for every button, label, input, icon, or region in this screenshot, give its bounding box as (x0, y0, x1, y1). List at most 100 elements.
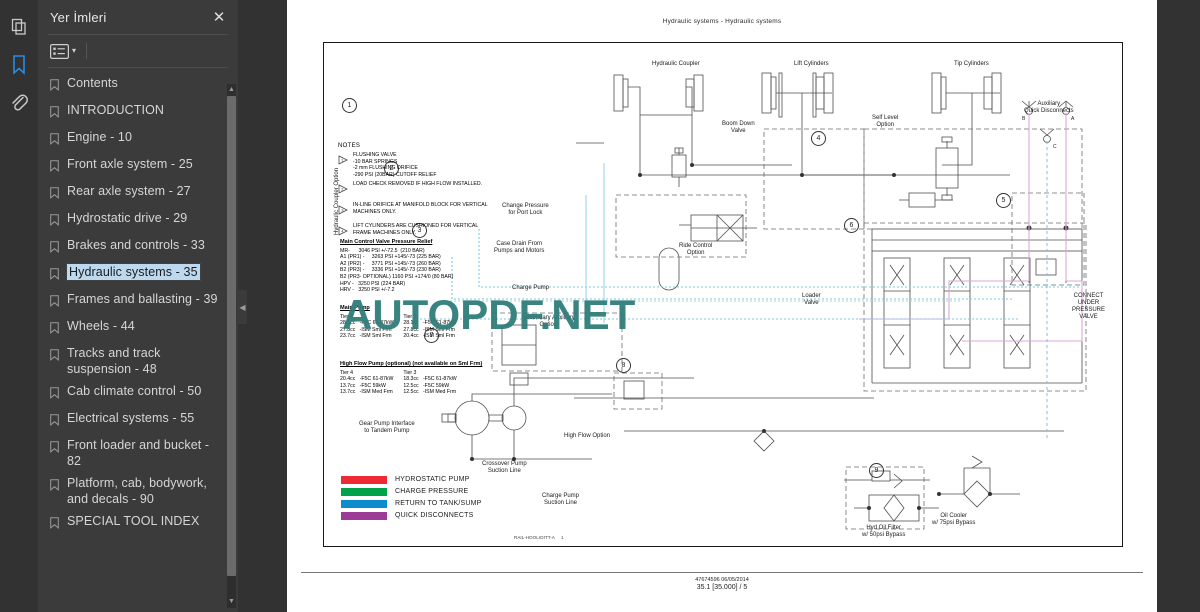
callout-bubble: 4 (811, 131, 826, 146)
bookmark-item[interactable]: Cab climate control - 50 (38, 380, 238, 407)
bookmarks-icon[interactable] (0, 46, 38, 84)
bookmark-item[interactable]: Front loader and bucket - 82 (38, 434, 238, 472)
legend-row: HYDROSTATIC PUMP (341, 475, 482, 484)
panel-title: Yer İmleri (50, 9, 107, 25)
note-text: LOAD CHECK REMOVED IF HIGH FLOW INSTALLE… (353, 181, 483, 188)
bookmark-item[interactable]: Frames and ballasting - 39 (38, 288, 238, 315)
main-pump-row: 20.4cc -ISM Sml Frm (403, 333, 455, 340)
bookmark-label: Brakes and controls - 33 (67, 238, 205, 252)
bookmark-label: Tracks and track suspension - 48 (67, 346, 161, 376)
relief-table-rows: MR- 3046 PSI +/-72.5 (210 BAR) A1 (PR1) -… (340, 248, 453, 294)
bookmark-icon (50, 78, 61, 96)
bookmark-label: Front loader and bucket - 82 (67, 438, 210, 468)
notes-block: NOTES 1 FLUSHING VALVE -10 BAR SPRINGS -2… (338, 143, 488, 241)
main-pump-col2: 28.1cc -F5C 61-87kW 27.8cc -ISM Sml Frm 20… (403, 320, 456, 340)
bookmark-icon (50, 132, 61, 150)
main-pump-row: 23.7cc -ISM Sml Frm (340, 333, 392, 340)
bookmark-item[interactable]: Electrical systems - 55 (38, 407, 238, 434)
note-entry: 1 FLUSHING VALVE -10 BAR SPRINGS -2 mm FL… (338, 152, 488, 178)
bookmark-list[interactable]: Contents INTRODUCTION Engine - 10 Front axl… (38, 68, 238, 612)
bookmark-item[interactable]: Tracks and track suspension - 48 (38, 342, 238, 380)
footer-page-number: 35.1 [35.000] / 5 (696, 584, 748, 591)
list-options-icon (50, 43, 69, 59)
bookmark-icon (50, 440, 61, 458)
component-label: Hyd Oil Filter w/ 50psi Bypass (862, 525, 906, 538)
pdf-reader-window: Yer İmleri ✕ ▾ Contents INTRODUCTION Engin… (0, 0, 1200, 612)
high-flow-row: 12.5cc -ISM Med Frm (403, 389, 457, 396)
component-label: High Flow Option (564, 433, 611, 439)
bookmarks-panel: Yer İmleri ✕ ▾ Contents INTRODUCTION Engin… (38, 0, 238, 612)
bookmark-item[interactable]: Engine - 10 (38, 126, 238, 153)
port-label-c: C (1053, 144, 1057, 150)
main-pump-row: 28.1cc -F5C 61-87kW (403, 320, 457, 327)
bookmark-item[interactable]: Wheels - 44 (38, 315, 238, 342)
bookmark-icon (50, 478, 61, 496)
bookmark-item[interactable]: Hydrostatic drive - 29 (38, 207, 238, 234)
bookmark-icon (50, 294, 61, 312)
legend-swatch (341, 511, 387, 520)
bookmark-icon (50, 516, 61, 534)
bookmark-item[interactable]: Contents (38, 72, 238, 99)
bookmark-item[interactable]: Platform, cab, bodywork, and decals - 90 (38, 472, 238, 510)
toolbar-divider (86, 43, 88, 59)
component-label: Loader Valve (802, 293, 821, 306)
main-pump-title: Main Pump (340, 305, 370, 311)
bookmarks-toolbar: ▾ (38, 35, 238, 67)
bookmark-icon (50, 240, 61, 258)
navigation-pane-rail (0, 0, 38, 612)
relief-row: B2 (PR3) - 3336 PSI +145/-73 (230 BAR) (340, 267, 441, 274)
main-pump-col2-header: Tier 3 (403, 313, 417, 320)
bookmark-label: Wheels - 44 (67, 319, 135, 333)
legend-row: RETURN TO TANK/SUMP (341, 499, 482, 508)
scroll-up-arrow[interactable]: ▲ (227, 84, 236, 96)
main-pump-col1: 28.1cc -F5C 61-87kW 27.8cc -ISM Sml Frm 23… (340, 320, 393, 340)
component-label: Crossover Pump Suction Line (482, 461, 527, 474)
scroll-down-arrow[interactable]: ▼ (227, 596, 236, 608)
attachments-icon[interactable] (0, 84, 38, 122)
high-flow-row: 13.7cc -F5C 59kW (340, 382, 386, 389)
high-flow-col2: 18.3cc -F5C 61-87kW 12.5cc -F5C 59kW 12.5c… (403, 376, 456, 396)
component-label: Charge Pump (512, 285, 550, 291)
relief-row: A2 (PR2) - 3771 PSI +145/-73 (260 BAR) (340, 260, 441, 267)
high-flow-row: 12.5cc -F5C 59kW (403, 382, 450, 389)
component-label: Ride Control Option (679, 243, 713, 256)
schematic-artwork (420, 72, 1087, 530)
relief-row: HRV - 3250 PSI +/-7.2 (340, 287, 395, 294)
bookmark-label: Hydrostatic drive - 29 (67, 211, 188, 225)
notes-entries: 1 FLUSHING VALVE -10 BAR SPRINGS -2 mm FL… (338, 152, 488, 241)
component-label: CONNECT UNDER PRESSURE VALVE (1072, 293, 1106, 320)
high-flow-pump-table: High Flow Pump (optional) (not available… (340, 361, 482, 396)
bookmark-item[interactable]: Brakes and controls - 33 (38, 234, 238, 261)
legend-label: RETURN TO TANK/SUMP (395, 500, 482, 507)
bookmark-icon (50, 267, 61, 285)
bookmark-label: Platform, cab, bodywork, and decals - 90 (67, 476, 207, 506)
bookmark-item[interactable]: INTRODUCTION (38, 99, 238, 126)
figure-id: RAIL-HOOLIOITT-A 1 (514, 535, 564, 540)
main-pump-col1-header: Tier 4 (340, 313, 354, 320)
page-thumbnails-icon[interactable] (0, 8, 38, 46)
bookmark-item[interactable]: Rear axle system - 27 (38, 180, 238, 207)
note-triangle-icon: 1 (338, 152, 348, 170)
relief-row: HPV - 3250 PSI (224 BAR) (340, 280, 406, 287)
bookmark-item[interactable]: Hydraulic systems - 35 (38, 261, 238, 288)
bookmarks-scrollbar-thumb[interactable] (227, 96, 236, 576)
legend-label: HYDROSTATIC PUMP (395, 476, 470, 483)
legend-label: CHARGE PRESSURE (395, 488, 469, 495)
component-label: Change Pressure for Port Lock (502, 203, 549, 216)
component-label: Auxiliary Quick Disconnects (1024, 101, 1074, 114)
bookmark-label: Cab climate control - 50 (67, 384, 202, 398)
figure-legend: HYDROSTATIC PUMP CHARGE PRESSURE RETURN TO… (341, 475, 482, 523)
bookmark-options-button[interactable]: ▾ (48, 42, 78, 61)
high-flow-col2-header: Tier 3 (403, 369, 417, 376)
high-flow-row: 18.3cc -F5C 61-87kW (403, 376, 457, 383)
callout-bubble: 1 (342, 98, 357, 113)
port-label-b: B (1022, 116, 1026, 122)
close-icon[interactable]: ✕ (210, 10, 228, 25)
bookmark-item[interactable]: Front axle system - 25 (38, 153, 238, 180)
main-pump-row: 27.8cc -ISM Sml Frm (403, 326, 455, 333)
callout-bubble: 9 (869, 463, 884, 478)
component-label: Tip Cylinders (954, 61, 989, 67)
panel-collapse-handle[interactable]: ◀ (238, 290, 247, 324)
bookmark-item[interactable]: SPECIAL TOOL INDEX (38, 510, 238, 537)
document-viewport[interactable]: Hydraulic systems - Hydraulic systems Hy… (238, 0, 1200, 612)
